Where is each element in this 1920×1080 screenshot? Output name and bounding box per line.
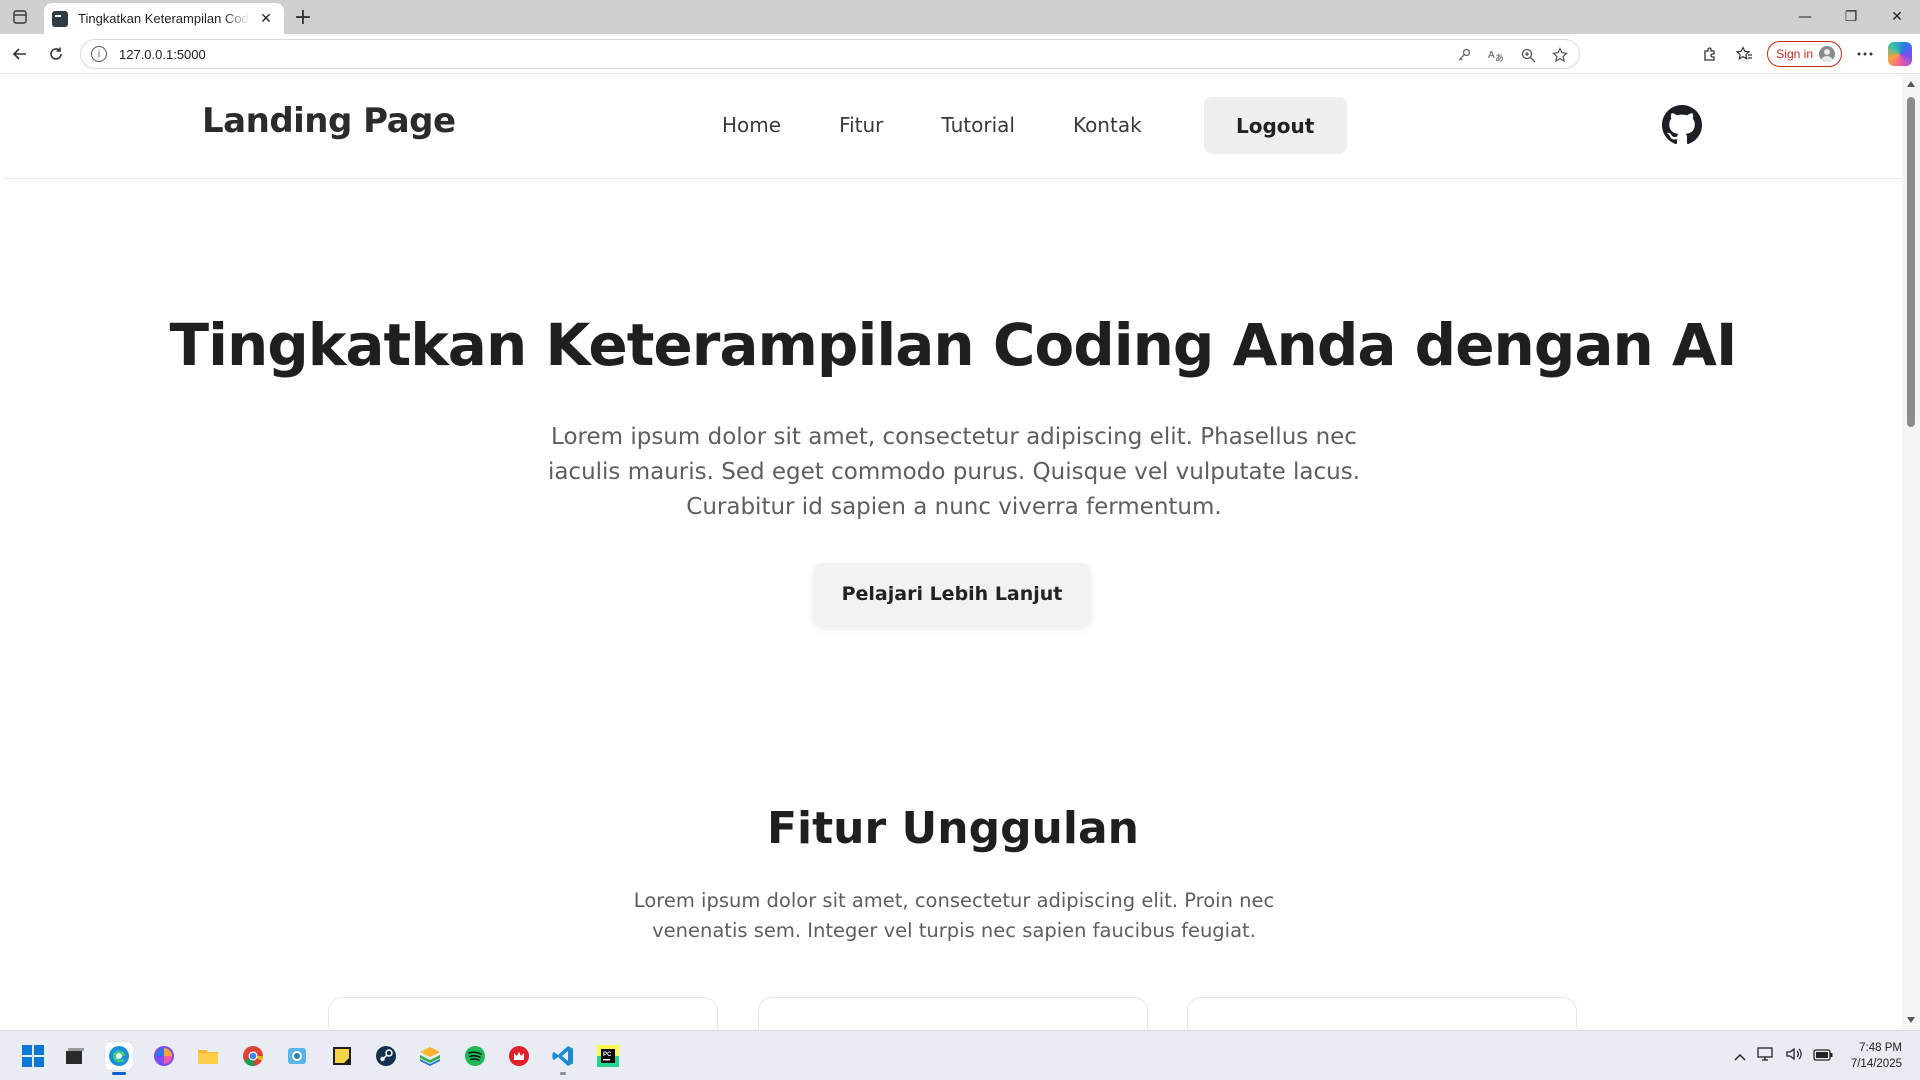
extensions-icon[interactable]: [1696, 40, 1724, 68]
volume-icon[interactable]: [1785, 1046, 1803, 1066]
main-navigation: Home Fitur Tutorial Kontak Logout: [722, 97, 1347, 154]
logout-button[interactable]: Logout: [1203, 97, 1347, 154]
steam-icon[interactable]: [372, 1042, 400, 1070]
pycharm-icon[interactable]: PC: [594, 1042, 622, 1070]
favorites-icon[interactable]: [1730, 40, 1758, 68]
sign-in-label: Sign in: [1776, 47, 1813, 61]
reload-icon[interactable]: [42, 40, 70, 68]
chrome-icon[interactable]: [239, 1042, 267, 1070]
features-description: Lorem ipsum dolor sit amet, consectetur …: [633, 889, 1275, 942]
scrollbar-thumb[interactable]: [1907, 97, 1915, 427]
close-window-button[interactable]: ✕: [1874, 0, 1920, 34]
close-tab-icon[interactable]: ✕: [256, 9, 276, 29]
active-indicator: [112, 1072, 126, 1075]
svg-text:PC: PC: [603, 1052, 612, 1058]
open-indicator: [560, 1072, 566, 1075]
more-menu-icon[interactable]: [1851, 40, 1879, 68]
site-info-icon[interactable]: i: [91, 46, 107, 62]
vertical-scrollbar[interactable]: [1902, 75, 1920, 1029]
profile-avatar-icon: [1819, 46, 1835, 62]
browser-tab-active[interactable]: Tingkatkan Keterampilan Coding Anda deng…: [44, 3, 284, 34]
browser-tab-bar: Tingkatkan Keterampilan Coding Anda deng…: [0, 0, 1920, 34]
feature-card: [328, 997, 718, 1029]
file-explorer-folder-icon[interactable]: [194, 1042, 222, 1070]
windows-start-icon[interactable]: [19, 1042, 47, 1070]
scroll-up-arrow-icon[interactable]: [1907, 81, 1915, 87]
translate-icon[interactable]: Aあ: [1485, 44, 1507, 66]
hero-title: Tingkatkan Keterampilan Coding Anda deng…: [169, 311, 1738, 379]
svg-text:あ: あ: [1495, 53, 1504, 62]
tab-title: Tingkatkan Keterampilan Coding Anda deng…: [78, 11, 250, 26]
red-app-icon[interactable]: [505, 1042, 533, 1070]
key-icon[interactable]: [1453, 44, 1475, 66]
snipping-tool-icon[interactable]: [283, 1042, 311, 1070]
system-clock[interactable]: 7:48 PM 7/14/2025: [1851, 1040, 1902, 1072]
nav-link-tutorial[interactable]: Tutorial: [941, 97, 1015, 154]
windows-taskbar: PC 7:48 PM 7/14/2025: [0, 1030, 1920, 1080]
bluestacks-icon[interactable]: [416, 1042, 444, 1070]
url-text: 127.0.0.1:5000: [119, 46, 206, 62]
network-icon[interactable]: [1757, 1046, 1775, 1066]
page-viewport: Landing Page Home Fitur Tutorial Kontak …: [4, 75, 1902, 1029]
sticky-notes-icon[interactable]: [328, 1042, 356, 1070]
svg-text:A: A: [1488, 50, 1495, 61]
favorite-star-icon[interactable]: [1549, 44, 1571, 66]
github-icon[interactable]: [1662, 105, 1702, 145]
scroll-down-arrow-icon[interactable]: [1907, 1017, 1915, 1023]
copilot-icon[interactable]: [1888, 42, 1912, 66]
system-tray: 7:48 PM 7/14/2025: [1733, 1041, 1902, 1071]
nav-link-fitur[interactable]: Fitur: [839, 97, 883, 154]
clock-time: 7:48 PM: [1859, 1042, 1902, 1054]
site-logo[interactable]: Landing Page: [202, 101, 456, 141]
battery-icon[interactable]: [1813, 1047, 1833, 1066]
vscode-icon[interactable]: [549, 1042, 577, 1075]
back-arrow-icon[interactable]: [6, 40, 34, 68]
chevron-up-icon[interactable]: [1733, 1047, 1747, 1066]
hero-description: Lorem ipsum dolor sit amet, consectetur …: [547, 424, 1361, 520]
sign-in-button[interactable]: Sign in: [1767, 41, 1842, 67]
minimize-button[interactable]: —: [1782, 0, 1828, 34]
feature-card: [758, 997, 1148, 1029]
address-bar[interactable]: i 127.0.0.1:5000 Aあ: [80, 39, 1580, 69]
browser-toolbar: i 127.0.0.1:5000 Aあ Sign in: [0, 34, 1920, 74]
feature-card: [1187, 997, 1577, 1029]
copilot-app-icon[interactable]: [150, 1042, 178, 1070]
terminal-favicon-icon: [52, 10, 68, 27]
site-header: Landing Page Home Fitur Tutorial Kontak …: [4, 75, 1902, 179]
features-title: Fitur Unggulan: [767, 803, 1139, 854]
nav-link-kontak[interactable]: Kontak: [1073, 97, 1142, 154]
task-view-window-icon[interactable]: [61, 1042, 89, 1070]
new-tab-button[interactable]: +: [290, 4, 316, 30]
spotify-icon[interactable]: [461, 1042, 489, 1070]
learn-more-button[interactable]: Pelajari Lebih Lanjut: [814, 563, 1090, 625]
edge-browser-icon[interactable]: [105, 1042, 133, 1075]
tab-actions-icon[interactable]: [8, 5, 32, 29]
nav-link-home[interactable]: Home: [722, 97, 781, 154]
restore-button[interactable]: ❐: [1828, 0, 1874, 34]
window-controls: — ❐ ✕: [1782, 0, 1920, 34]
clock-date: 7/14/2025: [1850, 1058, 1902, 1070]
zoom-icon[interactable]: [1517, 44, 1539, 66]
